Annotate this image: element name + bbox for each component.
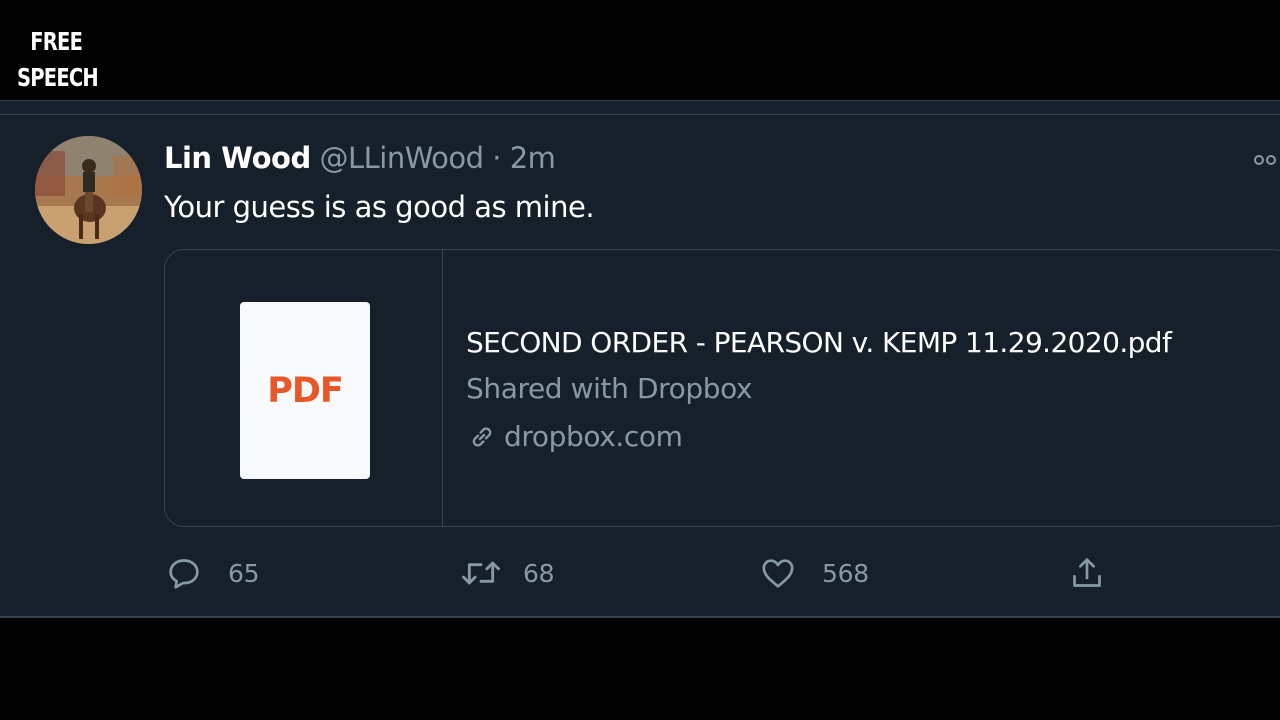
watermark-line-2: SPEECH (17, 63, 99, 92)
free-speech-watermark: FREE SPEECH (17, 24, 99, 96)
display-name[interactable]: Lin Wood (164, 141, 311, 175)
reply-count: 65 (228, 558, 260, 588)
tweet[interactable]: Lin Wood @LLinWood · 2m Your guess is as… (0, 100, 1280, 618)
link-card[interactable]: PDF SECOND ORDER - PEARSON v. KEMP 11.29… (164, 249, 1280, 527)
avatar[interactable] (35, 136, 142, 244)
handle[interactable]: @LLinWood (319, 141, 484, 175)
retweet-count: 68 (523, 558, 555, 588)
card-description: Shared with Dropbox (466, 372, 753, 405)
timestamp[interactable]: 2m (510, 141, 556, 175)
link-icon (472, 427, 492, 447)
card-thumbnail: PDF (165, 250, 443, 526)
more-options-icon[interactable] (1254, 151, 1280, 170)
share-icon (1073, 558, 1101, 587)
tweet-text: Your guess is as good as mine. (164, 190, 595, 224)
card-title: SECOND ORDER - PEARSON v. KEMP 11.29.202… (466, 326, 1172, 359)
tweet-actions: 65 68 568 (164, 551, 1124, 595)
separator: · (492, 141, 502, 175)
heart-icon (762, 559, 794, 588)
card-body: SECOND ORDER - PEARSON v. KEMP 11.29.202… (466, 320, 1172, 460)
retweet-icon (462, 561, 500, 585)
reply-icon (169, 559, 199, 589)
card-domain: dropbox.com (466, 414, 1171, 460)
pdf-label: PDF (267, 370, 344, 411)
letterbox-bottom (0, 618, 1280, 720)
reply-button[interactable]: 65 (164, 551, 260, 595)
pdf-document-icon: PDF (240, 302, 370, 479)
retweet-button[interactable]: 68 (459, 551, 555, 595)
like-button[interactable]: 568 (758, 551, 869, 595)
like-count: 568 (822, 558, 869, 588)
card-domain-text: dropbox.com (504, 420, 683, 453)
horse-rider-avatar-icon (35, 136, 142, 244)
watermark-line-1: FREE (30, 27, 83, 56)
divider (0, 114, 1280, 115)
tweet-header: Lin Wood @LLinWood · 2m (164, 139, 556, 177)
share-button[interactable] (1067, 551, 1107, 595)
